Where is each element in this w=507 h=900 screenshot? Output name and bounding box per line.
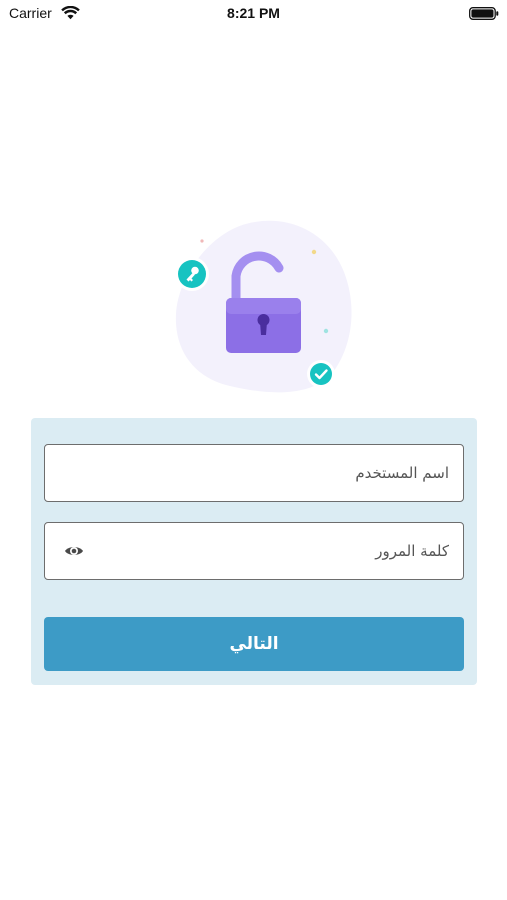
login-form: التالي [31,418,477,685]
unlock-illustration [175,220,352,393]
sparkle-dot [200,239,204,243]
username-field [44,444,464,502]
password-input[interactable] [45,523,463,579]
sparkle-dot [323,328,329,334]
password-field [44,522,464,580]
battery-icon [469,7,499,20]
next-button[interactable]: التالي [44,617,464,671]
clock: 8:21 PM [227,5,280,21]
key-icon [175,257,209,291]
login-screen: Carrier 8:21 PM اسم المستخدم التالي [0,0,507,900]
status-bar: Carrier 8:21 PM [0,0,507,30]
sparkle-dot [311,249,317,255]
eye-icon[interactable] [64,543,84,559]
check-icon [307,360,335,388]
username-input[interactable] [45,445,463,501]
